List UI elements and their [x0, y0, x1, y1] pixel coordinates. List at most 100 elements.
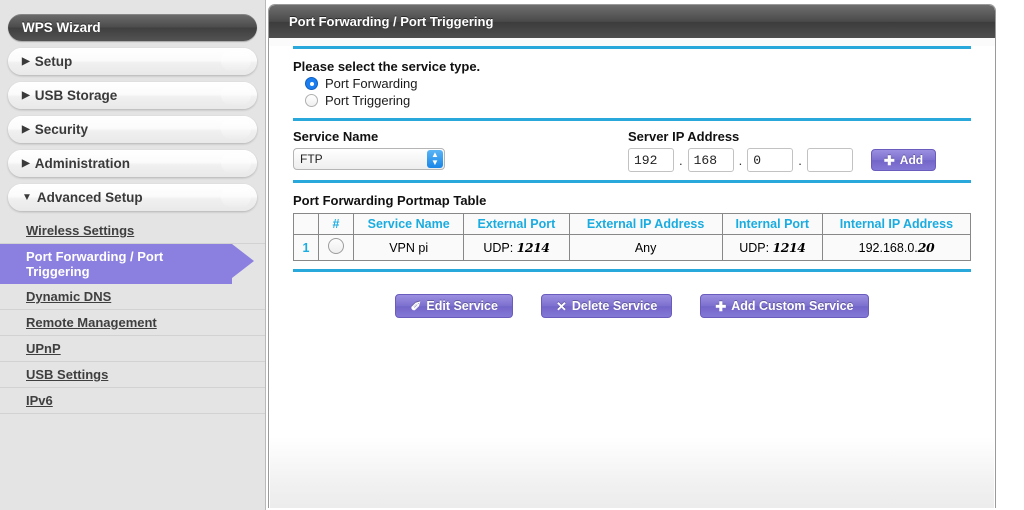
plus-icon: ✚ [883, 152, 895, 168]
divider-top [293, 46, 971, 49]
portmap-table-title: Port Forwarding Portmap Table [293, 193, 487, 208]
add-button[interactable]: ✚ Add [870, 149, 937, 171]
internal-ip-prefix: 192.168.0. [858, 241, 918, 255]
radio-port-triggering[interactable]: Port Triggering [305, 93, 971, 108]
cell-internal-port: UDP: 1214 [721, 234, 823, 261]
pencil-icon: ✐ [410, 298, 422, 314]
panel-title-bar: Port Forwarding / Port Triggering [269, 5, 995, 38]
chevron-right-icon: ▶ [22, 89, 30, 101]
cell-external-ip: Any [568, 234, 723, 261]
chevron-right-icon: ▶ [22, 123, 30, 135]
sidebar-item-label: Advanced Setup [36, 190, 143, 205]
sidebar-item-label: Administration [34, 156, 130, 171]
radio-label: Port Forwarding [325, 76, 418, 91]
sidebar-item-wps-wizard[interactable]: WPS Wizard [8, 14, 257, 41]
external-port-proto: UDP: [483, 241, 514, 255]
server-ip-octet-1[interactable] [628, 148, 674, 172]
divider-table [293, 269, 971, 272]
sidebar-item-usb-storage[interactable]: ▶ USB Storage [8, 82, 257, 109]
chevron-right-icon: ▶ [22, 55, 30, 67]
server-ip-octet-3[interactable] [747, 148, 794, 172]
radio-icon-unselected[interactable] [305, 94, 318, 107]
server-ip-octet-2[interactable] [687, 148, 734, 172]
add-button-label: Add [899, 153, 924, 167]
portmap-table: # Service Name External Port External IP… [293, 213, 972, 261]
sidebar: WPS Wizard ▶ Setup ▶ USB Storage ▶ Secur… [0, 0, 266, 510]
panel-bottom-fade [270, 437, 994, 508]
sidebar-item-wireless-settings[interactable]: Wireless Settings [0, 218, 265, 244]
service-name-select-wrap[interactable]: FTP ▲ ▼ [293, 148, 445, 170]
service-name-label: Service Name [293, 129, 379, 144]
panel-body: Please select the service type. Port For… [269, 46, 995, 508]
server-ip-label: Server IP Address [628, 129, 740, 144]
col-internal-ip: Internal IP Address [821, 213, 972, 235]
cell-external-port: UDP: 1214 [463, 234, 570, 261]
portmap-table-body: 1 VPN pi UDP: 1214 Any UDP: 1214 192.168… [293, 234, 972, 261]
row-select-cell[interactable] [318, 234, 354, 261]
cell-internal-ip: 192.168.0.20 [821, 234, 972, 261]
radio-icon-selected[interactable] [305, 77, 318, 90]
sidebar-item-setup[interactable]: ▶ Setup [8, 48, 257, 75]
delete-service-button[interactable]: ✕ Delete Service [540, 294, 673, 318]
main-panel: Port Forwarding / Port Triggering Please… [268, 4, 996, 508]
sidebar-submenu: Wireless Settings Port Forwarding / Port… [0, 218, 265, 414]
sidebar-item-label: UPnP [26, 341, 61, 356]
service-form: Service Name FTP ▲▼ Server IP Address . … [293, 129, 971, 172]
internal-ip-last-octet: 20 [917, 240, 935, 255]
row-radio-icon[interactable] [328, 238, 344, 254]
sidebar-item-upnp[interactable]: UPnP [0, 336, 265, 362]
radio-port-forwarding[interactable]: Port Forwarding [305, 76, 971, 91]
server-ip-row: . . . ✚ Add [628, 148, 971, 172]
server-ip-group: Server IP Address . . . ✚ Add [628, 129, 971, 172]
internal-port-value: 1214 [772, 240, 806, 255]
cell-service-name: VPN pi [352, 234, 465, 261]
service-type-heading: Please select the service type. [293, 59, 481, 74]
ip-separator: . [798, 152, 802, 168]
plus-icon: ✚ [715, 298, 727, 314]
sidebar-item-usb-settings[interactable]: USB Settings [0, 362, 265, 388]
service-name-group: Service Name FTP ▲ ▼ [293, 129, 628, 172]
col-num-blank [293, 213, 319, 235]
add-custom-service-label: Add Custom Service [731, 299, 854, 313]
sidebar-item-label: Setup [34, 54, 73, 69]
action-button-row: ✐ Edit Service ✕ Delete Service ✚ Add Cu… [293, 294, 971, 318]
col-external-port: External Port [463, 213, 570, 235]
add-custom-service-button[interactable]: ✚ Add Custom Service [700, 294, 869, 318]
table-header-row: # Service Name External Port External IP… [293, 213, 972, 235]
sidebar-item-port-forwarding[interactable]: Port Forwarding / Port Triggering [0, 244, 254, 284]
sidebar-item-remote-management[interactable]: Remote Management [0, 310, 265, 336]
divider-service-type [293, 118, 971, 121]
sidebar-item-label: USB Storage [34, 88, 118, 103]
chevron-right-icon: ▶ [22, 157, 30, 169]
ip-separator: . [679, 152, 683, 168]
delete-service-label: Delete Service [571, 299, 658, 313]
radio-label: Port Triggering [325, 93, 411, 108]
sidebar-item-ipv6[interactable]: IPv6 [0, 388, 265, 414]
server-ip-octet-4[interactable] [806, 148, 853, 172]
row-number: 1 [293, 234, 319, 261]
col-hash: # [318, 213, 354, 235]
sidebar-item-label: USB Settings [26, 367, 109, 382]
x-icon: ✕ [555, 298, 567, 314]
service-name-select[interactable]: FTP [293, 148, 445, 170]
page-title: Port Forwarding / Port Triggering [289, 14, 494, 29]
sidebar-item-label: Port Forwarding / Port Triggering [26, 249, 164, 279]
sidebar-item-advanced-setup[interactable]: ▼ Advanced Setup [8, 184, 257, 211]
sidebar-item-label: WPS Wizard [22, 20, 101, 35]
sidebar-item-label: IPv6 [26, 393, 53, 408]
edit-service-label: Edit Service [426, 299, 498, 313]
divider-form [293, 180, 971, 183]
col-internal-port: Internal Port [721, 213, 823, 235]
sidebar-item-administration[interactable]: ▶ Administration [8, 150, 257, 177]
col-external-ip: External IP Address [568, 213, 723, 235]
internal-port-proto: UDP: [739, 241, 770, 255]
edit-service-button[interactable]: ✐ Edit Service [395, 294, 513, 318]
chevron-down-icon: ▼ [22, 191, 32, 203]
col-service-name: Service Name [352, 213, 465, 235]
sidebar-item-label: Dynamic DNS [26, 289, 112, 304]
table-row[interactable]: 1 VPN pi UDP: 1214 Any UDP: 1214 192.168… [293, 234, 972, 261]
sidebar-item-dynamic-dns[interactable]: Dynamic DNS [0, 284, 265, 310]
sidebar-item-label: Security [34, 122, 88, 137]
sidebar-item-security[interactable]: ▶ Security [8, 116, 257, 143]
sidebar-item-label: Wireless Settings [26, 223, 135, 238]
